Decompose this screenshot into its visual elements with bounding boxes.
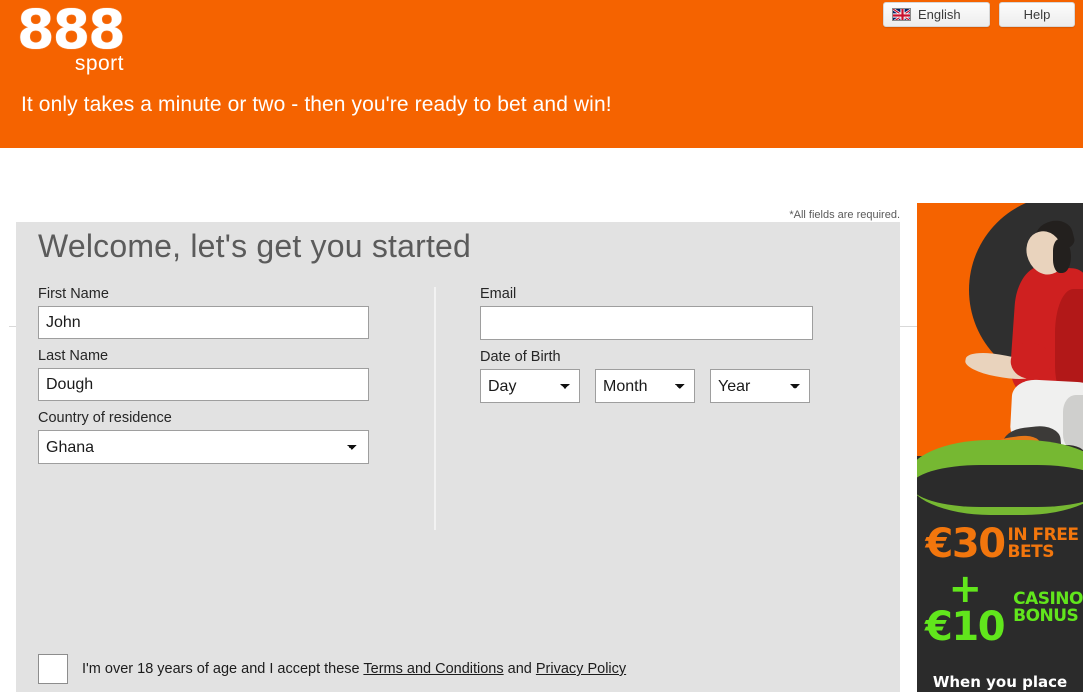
- language-selector-button[interactable]: English: [883, 2, 990, 27]
- promo-offer-text: €30 IN FREE BETS +€10 CASINO BONUS: [917, 521, 1083, 650]
- email-label: Email: [480, 286, 517, 302]
- email-field-group: Email: [480, 286, 820, 340]
- promo-free-bets-label-line2: BETS: [1007, 542, 1055, 562]
- header-tagline: It only takes a minute or two - then you…: [21, 93, 612, 116]
- terms-text-between: and: [503, 661, 536, 677]
- terms-and-conditions-link[interactable]: Terms and Conditions: [363, 661, 503, 677]
- logo-888-text: 888: [17, 0, 126, 61]
- last-name-field-group: Last Name: [38, 348, 373, 401]
- dob-field-group: Date of Birth Day Month Year: [480, 349, 820, 403]
- player-hair-back: [1053, 239, 1071, 273]
- email-input[interactable]: [480, 306, 813, 340]
- page-title: Welcome, let's get you started: [38, 228, 472, 264]
- header-button-group: English Help: [883, 2, 1075, 27]
- promo-footer-text: When you place: [932, 673, 1068, 691]
- help-label: Help: [1023, 7, 1051, 22]
- help-button[interactable]: Help: [999, 2, 1075, 27]
- country-label: Country of residence: [38, 410, 172, 426]
- column-divider: [434, 287, 436, 530]
- terms-agreement-text: I'm over 18 years of age and I accept th…: [82, 661, 626, 677]
- promo-banner[interactable]: €30 IN FREE BETS +€10 CASINO BONUS When …: [917, 203, 1083, 692]
- 888sport-logo: 888 sport: [17, 2, 127, 82]
- form-column-left: First Name Last Name Country of residenc…: [38, 286, 373, 473]
- terms-text-before: I'm over 18 years of age and I accept th…: [82, 661, 364, 677]
- promo-casino-bonus-label: CASINO BONUS: [1013, 591, 1083, 625]
- promo-casino-bonus-amount: +€10: [925, 566, 1006, 650]
- promo-free-bets-label: IN FREE BETS: [1008, 527, 1079, 561]
- promo-pitch-shadow: [917, 465, 1083, 507]
- required-fields-note: *All fields are required.: [789, 209, 900, 221]
- promo-casino-bonus-label-line2: BONUS: [1013, 606, 1079, 626]
- privacy-policy-link[interactable]: Privacy Policy: [536, 661, 626, 677]
- first-name-field-group: First Name: [38, 286, 373, 339]
- site-header: 888 sport It only takes a minute or two …: [0, 0, 1083, 148]
- promo-casino-bonus-line: +€10 CASINO BONUS: [917, 566, 1083, 650]
- last-name-label: Last Name: [38, 348, 109, 364]
- dob-year-select[interactable]: Year: [710, 369, 810, 403]
- first-name-label: First Name: [38, 286, 109, 302]
- dob-label: Date of Birth: [480, 349, 561, 365]
- step-indicator: 1 2 3: [0, 148, 1083, 348]
- age-terms-checkbox[interactable]: [38, 654, 68, 684]
- last-name-input[interactable]: [38, 368, 369, 401]
- first-name-input[interactable]: [38, 306, 369, 339]
- player-shorts-shadow: [1063, 395, 1083, 451]
- promo-free-bets-line: €30 IN FREE BETS: [917, 521, 1083, 567]
- dob-day-select[interactable]: Day: [480, 369, 580, 403]
- form-column-right: Email Date of Birth Day Month Year: [480, 286, 820, 412]
- registration-form-panel: Welcome, let's get you started First Nam…: [16, 222, 900, 692]
- uk-flag-icon: [892, 8, 911, 21]
- language-label: English: [918, 7, 961, 22]
- promo-free-bets-amount: €30: [925, 521, 1007, 567]
- terms-agreement-row: I'm over 18 years of age and I accept th…: [38, 654, 626, 684]
- registration-page: 888 sport It only takes a minute or two …: [0, 0, 1083, 692]
- country-field-group: Country of residence Ghana: [38, 410, 373, 464]
- dob-month-select[interactable]: Month: [595, 369, 695, 403]
- dob-select-row: Day Month Year: [480, 369, 820, 403]
- country-select[interactable]: Ghana: [38, 430, 369, 464]
